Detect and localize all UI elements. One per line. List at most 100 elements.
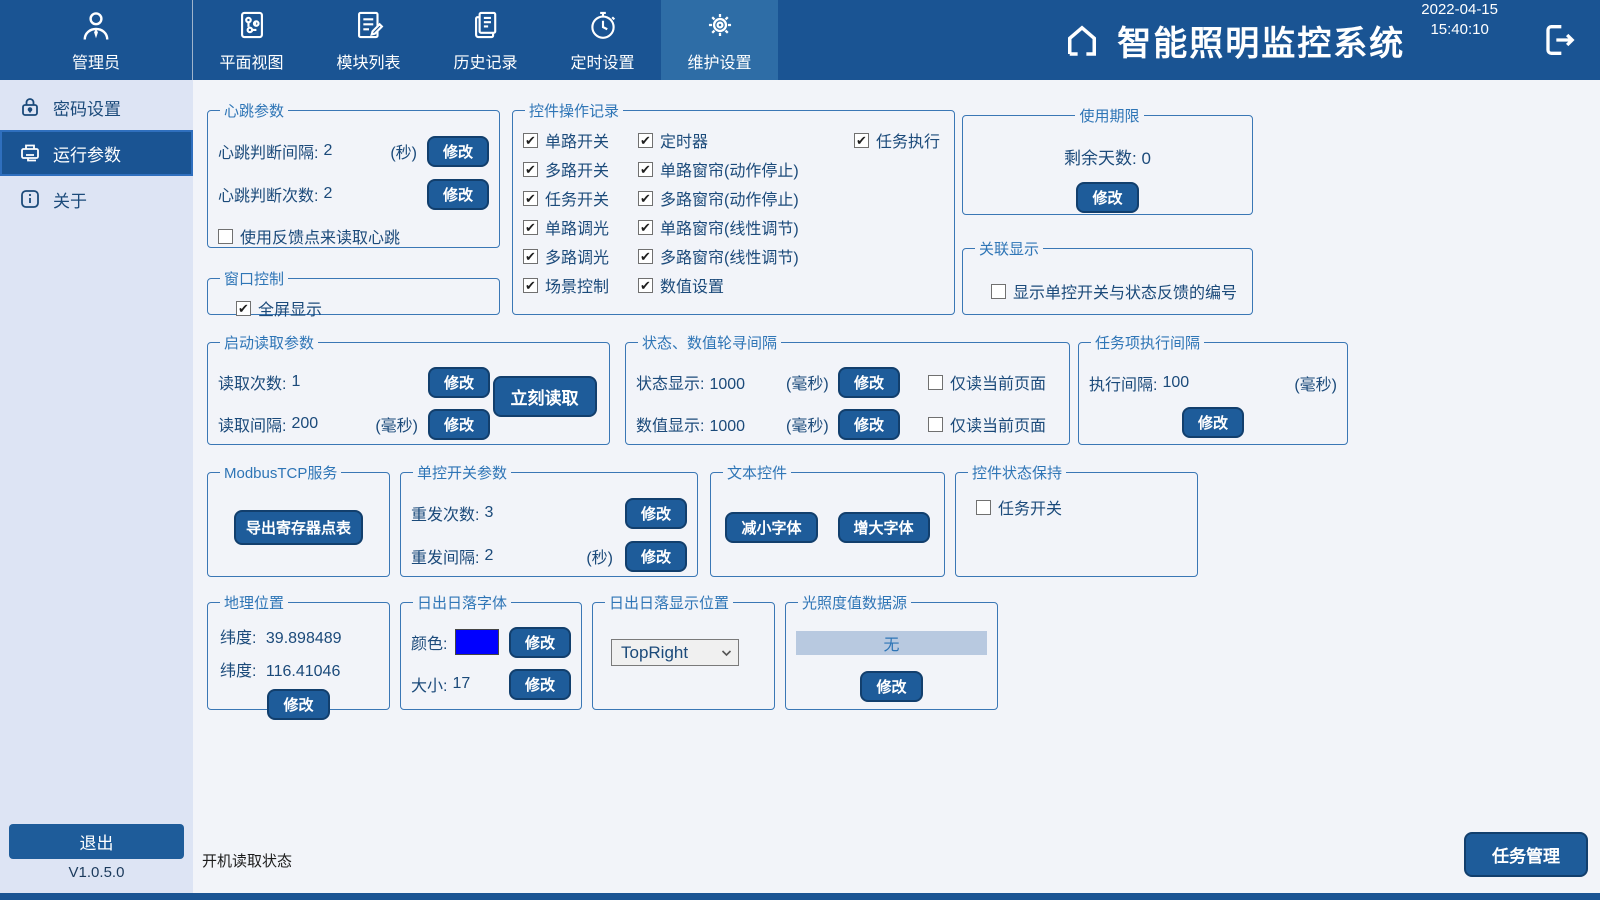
record-checkbox[interactable] <box>523 249 538 264</box>
admin-user-icon <box>78 8 114 44</box>
nav-tab-timer-settings[interactable]: 定时设置 <box>544 0 661 80</box>
value-page-only-label: 仅读当前页面 <box>950 412 1046 436</box>
latitude-value: 39.898489 <box>266 630 342 647</box>
group-heartbeat-params: 心跳参数 心跳判断间隔: 2 (秒) 修改 心跳判断次数: 2 修改 使用反馈点… <box>207 100 500 248</box>
font-size-modify-button[interactable]: 修改 <box>509 669 571 700</box>
export-register-table-button[interactable]: 导出寄存器点表 <box>234 510 363 545</box>
value-display-label: 数值显示: <box>636 418 704 435</box>
lux-source-modify-button[interactable]: 修改 <box>860 671 922 702</box>
group-control-state-keep: 控件状态保持 任务开关 <box>955 462 1198 577</box>
group-title: 光照度值数据源 <box>798 592 911 613</box>
group-title: 控件状态保持 <box>968 462 1066 483</box>
record-item: 场景控制 <box>523 274 638 296</box>
exec-interval-row: 执行间隔: 100 (毫秒) <box>1089 371 1337 395</box>
sidebar-item-label: 运行参数 <box>53 141 121 166</box>
heartbeat-interval-modify-button[interactable]: 修改 <box>427 136 489 167</box>
feedback-point-checkbox[interactable] <box>218 229 233 244</box>
font-size-row: 大小: 17 修改 <box>411 669 571 699</box>
fullscreen-checkbox[interactable] <box>236 301 251 316</box>
heartbeat-interval-value: 2 <box>323 142 332 160</box>
related-display-checkbox[interactable] <box>991 284 1006 299</box>
record-checkbox[interactable] <box>523 133 538 148</box>
record-checkbox[interactable] <box>638 220 653 235</box>
sunset-position-select[interactable]: TopRight <box>611 639 739 666</box>
group-title: 启动读取参数 <box>220 332 318 353</box>
nav-tab-label: 历史记录 <box>453 49 517 73</box>
version-label: V1.0.5.0 <box>0 864 193 881</box>
task-switch-checkbox[interactable] <box>976 500 991 515</box>
record-item: 任务开关 <box>523 187 638 209</box>
longitude-row: 纬度: 116.41046 <box>218 657 379 681</box>
resend-count-modify-button[interactable]: 修改 <box>625 498 687 529</box>
record-checkbox[interactable] <box>638 191 653 206</box>
value-display-modify-button[interactable]: 修改 <box>838 409 900 440</box>
font-color-label: 颜色: <box>411 630 447 654</box>
nav-tab-history[interactable]: 历史记录 <box>427 0 544 80</box>
heartbeat-count-modify-button[interactable]: 修改 <box>427 179 489 210</box>
group-title: 关联显示 <box>975 238 1043 259</box>
admin-user-label: 管理员 <box>72 49 120 73</box>
sidebar-item-label: 关于 <box>53 187 87 212</box>
sidebar-item-password-settings[interactable]: 密码设置 <box>0 86 193 128</box>
record-checkbox[interactable] <box>854 133 869 148</box>
sidebar-item-run-parameters[interactable]: 运行参数 <box>0 130 193 176</box>
record-checkbox[interactable] <box>523 220 538 235</box>
nav-tab-module-list[interactable]: 模块列表 <box>310 0 427 80</box>
status-display-modify-button[interactable]: 修改 <box>838 367 900 398</box>
read-count-value: 1 <box>291 373 300 391</box>
read-interval-modify-button[interactable]: 修改 <box>428 409 490 440</box>
status-page-only-label: 仅读当前页面 <box>950 370 1046 394</box>
sidebar-item-about[interactable]: 关于 <box>0 178 193 220</box>
task-manage-button[interactable]: 任务管理 <box>1464 832 1588 877</box>
record-checkbox[interactable] <box>523 278 538 293</box>
main-nav: 平面视图 模块列表 历史记录 <box>193 0 778 80</box>
group-task-exec-interval: 任务项执行间隔 执行间隔: 100 (毫秒) 修改 <box>1078 332 1348 445</box>
license-modify-button[interactable]: 修改 <box>1076 182 1138 213</box>
decrease-font-button[interactable]: 减小字体 <box>725 512 817 543</box>
sidebar: 密码设置 运行参数 关于 退出 V1.0.5.0 <box>0 80 193 893</box>
record-checkbox[interactable] <box>638 162 653 177</box>
heartbeat-count-row: 心跳判断次数: 2 修改 <box>218 179 489 209</box>
group-title: 状态、数值轮寻间隔 <box>638 332 781 353</box>
resend-interval-label: 重发间隔: <box>411 544 479 568</box>
task-switch-row: 任务开关 <box>966 495 1187 519</box>
logout-icon[interactable] <box>1538 20 1578 60</box>
geo-modify-button[interactable]: 修改 <box>267 689 329 720</box>
resend-interval-row: 重发间隔: 2 (秒) 修改 <box>411 541 687 571</box>
record-checkbox[interactable] <box>638 133 653 148</box>
sidebar-item-label: 密码设置 <box>53 95 121 120</box>
resend-count-label: 重发次数: <box>411 501 479 525</box>
group-single-switch-params: 单控开关参数 重发次数: 3 修改 重发间隔: 2 (秒) 修改 <box>400 462 698 577</box>
group-title: 心跳参数 <box>220 100 288 121</box>
status-page-only-checkbox[interactable] <box>928 375 943 390</box>
read-interval-row: 读取间隔: 200 (毫秒) 修改 <box>218 409 490 439</box>
task-switch-label: 任务开关 <box>998 495 1062 519</box>
read-now-button[interactable]: 立刻读取 <box>493 376 597 417</box>
exec-interval-label: 执行间隔: <box>1089 371 1157 395</box>
record-checkbox[interactable] <box>638 278 653 293</box>
value-page-only-checkbox[interactable] <box>928 417 943 432</box>
nav-tab-maintenance-settings[interactable]: 维护设置 <box>661 0 778 80</box>
value-display-value: 1000 <box>709 418 745 435</box>
exit-button[interactable]: 退出 <box>9 824 184 859</box>
read-count-modify-button[interactable]: 修改 <box>428 367 490 398</box>
resend-count-row: 重发次数: 3 修改 <box>411 498 687 528</box>
font-size-value: 17 <box>452 675 470 693</box>
time-text: 15:40:10 <box>1421 20 1498 40</box>
group-sunrise-sunset-position: 日出日落显示位置 TopRight <box>592 592 775 710</box>
increase-font-button[interactable]: 增大字体 <box>838 512 930 543</box>
font-color-modify-button[interactable]: 修改 <box>509 627 571 658</box>
lux-source-display: 无 <box>796 631 987 655</box>
exec-interval-modify-button[interactable]: 修改 <box>1182 407 1244 438</box>
record-item: 多路窗帘(线性调节) <box>638 245 850 267</box>
nav-tab-floor-view[interactable]: 平面视图 <box>193 0 310 80</box>
record-checkbox[interactable] <box>523 191 538 206</box>
resend-interval-modify-button[interactable]: 修改 <box>625 541 687 572</box>
record-item: 多路窗帘(动作停止) <box>638 187 850 209</box>
value-display-unit: (毫秒) <box>786 412 838 436</box>
record-checkbox[interactable] <box>638 249 653 264</box>
record-checkbox[interactable] <box>523 162 538 177</box>
status-display-row: 状态显示:1000 (毫秒) 修改 仅读当前页面 <box>636 367 1059 397</box>
read-interval-value: 200 <box>291 415 318 433</box>
records-column-3: 任务执行 <box>854 123 940 308</box>
